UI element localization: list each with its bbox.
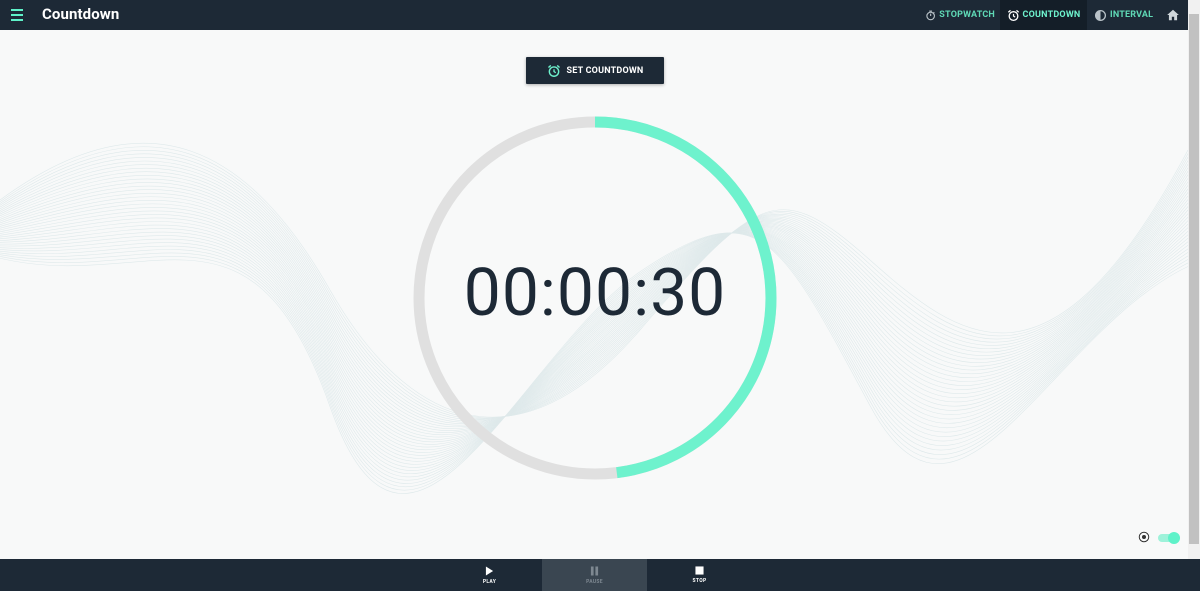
tab-countdown-label: COUNTDOWN <box>1022 10 1081 20</box>
alarm-clock-icon <box>547 64 560 77</box>
hamburger-menu-icon[interactable] <box>11 9 23 21</box>
home-icon[interactable] <box>1166 8 1180 22</box>
tab-stopwatch-label: STOPWATCH <box>939 10 995 20</box>
tab-interval[interactable]: INTERVAL <box>1094 0 1154 30</box>
set-countdown-label: SET COUNTDOWN <box>566 65 644 76</box>
top-app-bar: Countdown STOPWATCH COUNTDOWN INTERVAL <box>0 0 1188 30</box>
play-button[interactable]: PLAY <box>437 559 542 591</box>
pause-icon <box>590 566 599 575</box>
bottom-control-bar: PLAY PAUSE STOP <box>0 559 1200 591</box>
tab-interval-label: INTERVAL <box>1110 10 1154 20</box>
page-title: Countdown <box>42 5 120 23</box>
target-icon[interactable] <box>1138 531 1150 543</box>
tab-countdown[interactable]: COUNTDOWN <box>1000 0 1087 30</box>
tab-stopwatch[interactable]: STOPWATCH <box>923 0 995 30</box>
play-icon <box>485 566 494 575</box>
vertical-scrollbar-thumb[interactable] <box>1189 14 1199 544</box>
countdown-time-display: 00:00:30 <box>463 255 727 332</box>
interval-icon <box>1094 9 1107 21</box>
theme-toggle-switch[interactable] <box>1158 532 1180 544</box>
stop-button[interactable]: STOP <box>647 559 752 591</box>
pause-button[interactable]: PAUSE <box>542 559 647 591</box>
stop-icon <box>695 566 704 575</box>
alarm-clock-icon <box>1007 9 1019 21</box>
stop-label: STOP <box>692 578 707 584</box>
stopwatch-icon <box>926 10 935 20</box>
pause-label: PAUSE <box>586 578 603 585</box>
play-label: PLAY <box>482 578 497 585</box>
set-countdown-button[interactable]: SET COUNTDOWN <box>526 57 664 84</box>
toggle-knob <box>1168 532 1180 544</box>
